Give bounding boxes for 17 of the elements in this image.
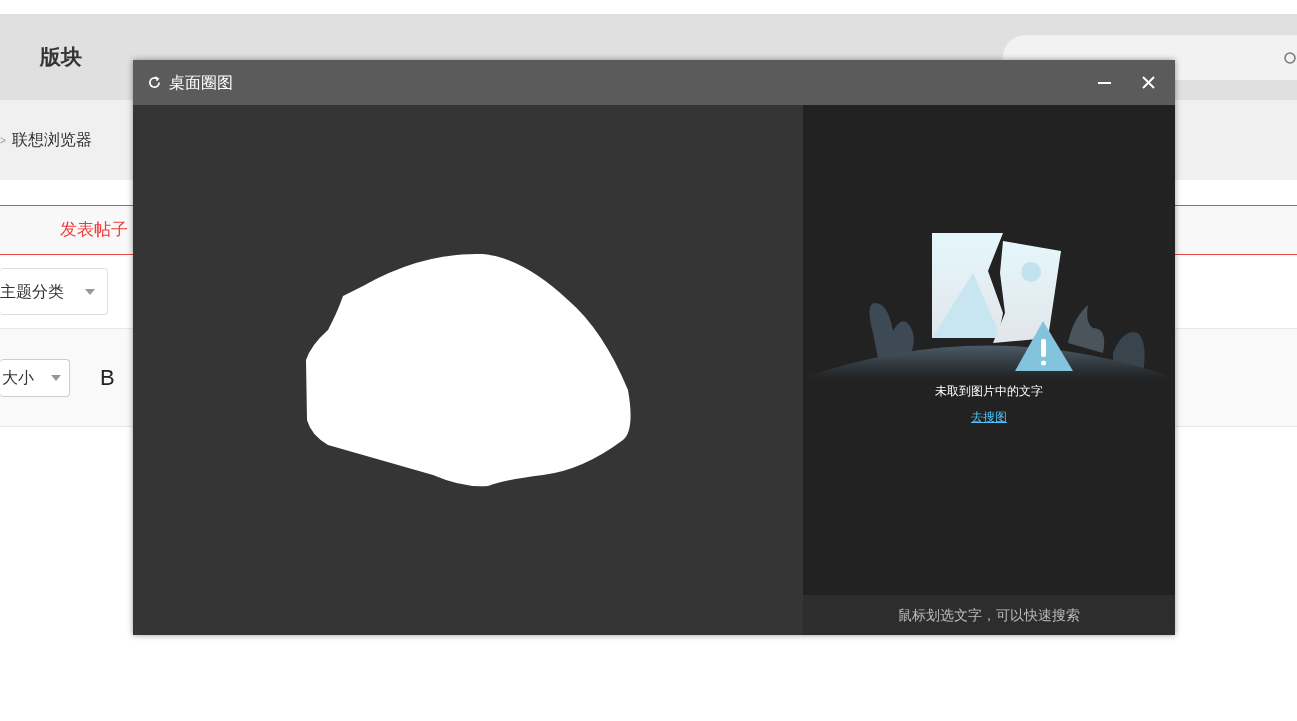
- close-icon: [1141, 76, 1155, 89]
- font-size-select[interactable]: 大小: [0, 358, 70, 397]
- search-icon: [1283, 50, 1297, 65]
- post-tab[interactable]: 发表帖子: [60, 217, 128, 243]
- caret-icon: [85, 288, 95, 295]
- hint-text: 鼠标划选文字，可以快速搜索: [898, 605, 1080, 625]
- bold-button[interactable]: B: [98, 361, 117, 394]
- minimize-icon: [1097, 81, 1111, 84]
- caret-icon: [51, 374, 61, 381]
- window-title: 桌面圈图: [169, 72, 233, 93]
- breadcrumb-separator: >: [0, 133, 6, 148]
- category-select[interactable]: 主题分类: [0, 268, 108, 315]
- no-text-message: 未取到图片中的文字: [935, 383, 1043, 400]
- nav-link[interactable]: 版块: [40, 41, 82, 73]
- breadcrumb-link[interactable]: 联想浏览器: [11, 128, 92, 152]
- search-image-link[interactable]: 去搜图: [971, 408, 1007, 426]
- refresh-icon: [148, 76, 161, 89]
